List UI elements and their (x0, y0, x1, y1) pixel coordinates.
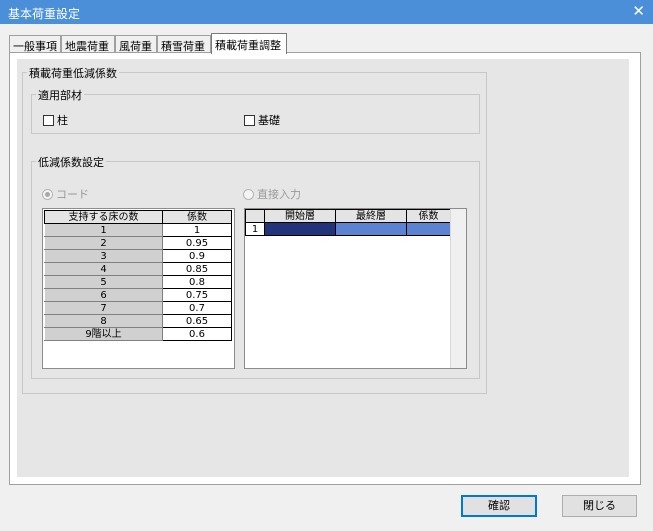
direct-table-header: 開始層 最終層 係数 (245, 209, 451, 223)
code-radio-label: コード (56, 188, 89, 201)
header-row-number (245, 209, 265, 223)
table-row: 3 0.9 (44, 249, 232, 263)
floor-count-cell: 5 (44, 275, 163, 289)
table-row: 5 0.8 (44, 275, 232, 289)
close-button[interactable]: 閉じる (562, 495, 637, 517)
code-table-header: 支持する床の数 係数 (44, 210, 232, 224)
floor-count-cell: 6 (44, 288, 163, 302)
tab-general[interactable]: 一般事項 (9, 35, 61, 53)
header-supported-floors: 支持する床の数 (44, 210, 163, 224)
foundation-checkbox-box[interactable] (244, 114, 255, 126)
title-bar: 基本荷重設定 ✕ (0, 0, 653, 24)
floor-count-cell: 1 (44, 223, 163, 237)
foundation-checkbox-label: 基礎 (258, 114, 280, 127)
coef-cell: 1 (162, 223, 232, 237)
live-load-reduction-title: 積載荷重低減係数 (27, 65, 119, 81)
header-coef: 係数 (162, 210, 232, 224)
coef-cell: 0.8 (162, 275, 232, 289)
code-radio[interactable]: コード (42, 186, 89, 202)
coef-cell: 0.7 (162, 301, 232, 315)
coef-cell: 0.6 (162, 327, 232, 341)
table-row: 11 (44, 223, 232, 237)
direct-input-radio-label: 直接入力 (257, 188, 301, 201)
panel-content: 積載荷重低減係数 適用部材 柱 基礎 低減係数設定 コード 直接入力 支持する床… (17, 59, 629, 477)
tab-seismic[interactable]: 地震荷重 (61, 35, 115, 53)
column-checkbox-box[interactable] (43, 114, 54, 126)
ok-button[interactable]: 確認 (461, 495, 537, 517)
header-start-story: 開始層 (264, 209, 336, 223)
code-coef-table: 支持する床の数 係数 11 2 0.95 3 0.9 4 0.85 5 0.8 6 0.7… (44, 210, 232, 341)
tab-panel: 積載荷重低減係数 適用部材 柱 基礎 低減係数設定 コード 直接入力 支持する床… (9, 52, 641, 485)
applicable-members-group: 適用部材 柱 基礎 (31, 87, 480, 134)
floor-count-cell: 2 (44, 236, 163, 250)
direct-input-grid[interactable]: 開始層 最終層 係数 1 (244, 208, 467, 369)
table-row: 2 0.95 (44, 236, 232, 250)
coef-cell: 0.85 (162, 262, 232, 276)
table-row: 8 0.65 (44, 314, 232, 328)
coef-cell: 0.65 (162, 314, 232, 328)
table-row: 9階以上 0.6 (44, 327, 232, 341)
column-checkbox[interactable]: 柱 (43, 112, 68, 128)
direct-input-radio[interactable]: 直接入力 (243, 186, 301, 202)
foundation-checkbox[interactable]: 基礎 (244, 112, 280, 128)
table-row: 7 0.7 (44, 301, 232, 315)
row-number-cell: 1 (245, 222, 265, 236)
applicable-members-title: 適用部材 (36, 87, 84, 103)
direct-input-table: 開始層 最終層 係数 1 (245, 209, 451, 236)
code-coef-grid[interactable]: 支持する床の数 係数 11 2 0.95 3 0.9 4 0.85 5 0.8 6 0.7… (42, 208, 235, 369)
floor-count-cell: 3 (44, 249, 163, 263)
floor-count-cell: 7 (44, 301, 163, 315)
tab-snow[interactable]: 積雪荷重 (157, 35, 211, 53)
live-load-reduction-group: 積載荷重低減係数 適用部材 柱 基礎 低減係数設定 コード 直接入力 支持する床… (22, 65, 487, 394)
reduction-coef-group: 低減係数設定 コード 直接入力 支持する床の数 係数 1 1 2 0.95 3 … (31, 154, 480, 379)
table-row: 4 0.85 (44, 262, 232, 276)
coef-cell: 0.95 (162, 236, 232, 250)
column-checkbox-label: 柱 (57, 114, 68, 127)
floor-count-cell: 8 (44, 314, 163, 328)
coef-cell: 0.75 (162, 288, 232, 302)
table-row: 1 (245, 222, 451, 236)
table-row: 6 0.75 (44, 288, 232, 302)
header-direct-coef: 係数 (406, 209, 451, 223)
floor-count-cell: 4 (44, 262, 163, 276)
direct-coef-cell[interactable] (406, 222, 451, 236)
header-end-story: 最終層 (335, 209, 407, 223)
tab-live-load-adjust[interactable]: 積載荷重調整 (211, 33, 287, 54)
start-story-cell[interactable] (264, 222, 336, 236)
code-radio-dot[interactable] (42, 188, 53, 200)
tab-wind[interactable]: 風荷重 (115, 35, 157, 53)
vertical-scrollbar[interactable] (450, 209, 466, 368)
end-story-cell[interactable] (335, 222, 407, 236)
direct-input-radio-dot[interactable] (243, 188, 254, 200)
coef-cell: 0.9 (162, 249, 232, 263)
window-title: 基本荷重設定 (8, 7, 81, 21)
reduction-coef-title: 低減係数設定 (36, 154, 106, 170)
close-icon[interactable]: ✕ (632, 3, 645, 19)
floor-count-cell: 9階以上 (44, 327, 163, 341)
